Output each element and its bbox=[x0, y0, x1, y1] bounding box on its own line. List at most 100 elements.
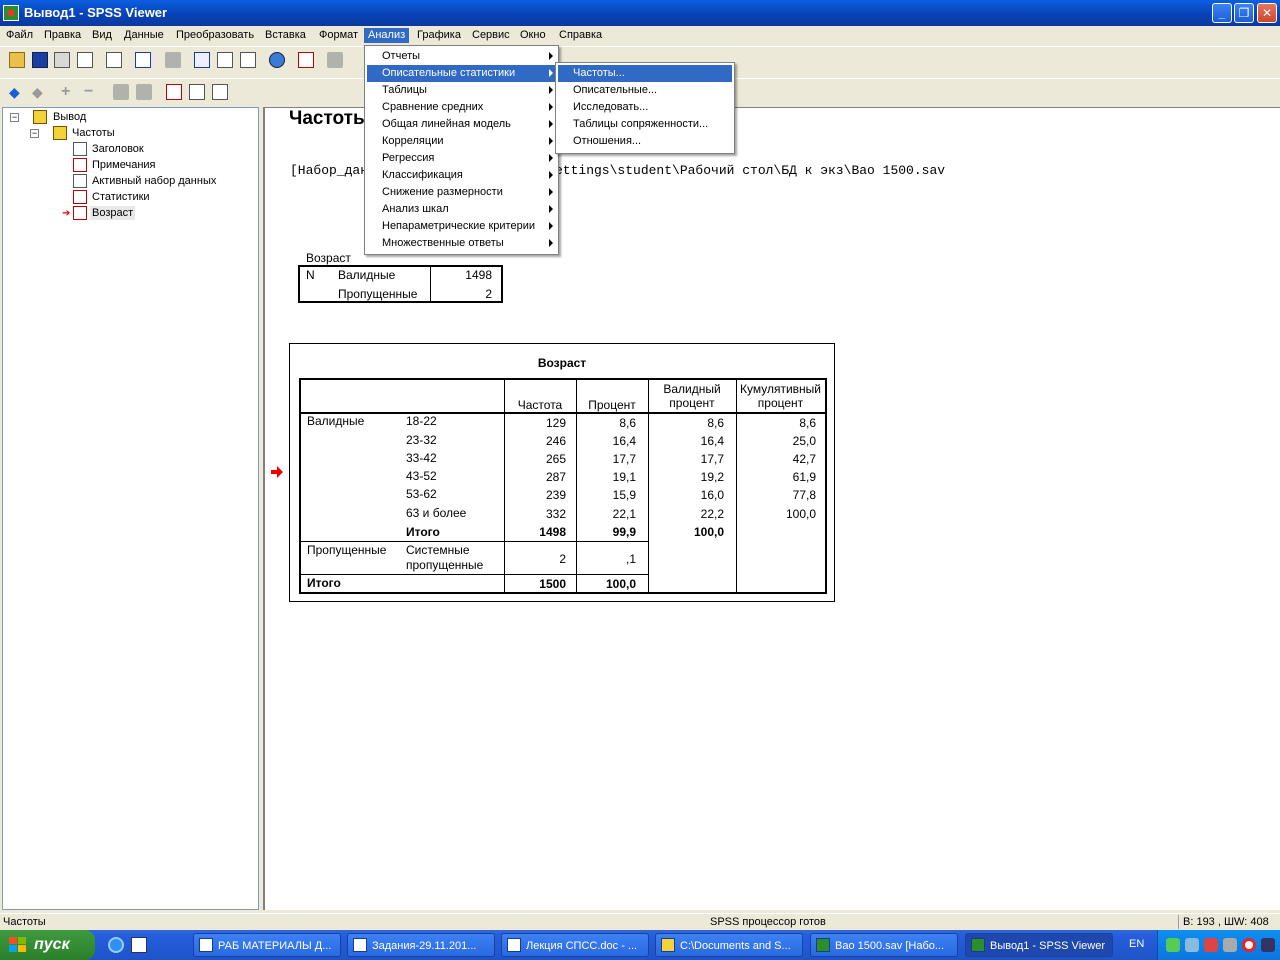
language-indicator[interactable]: EN bbox=[1129, 938, 1144, 950]
menu-item-nonparametric[interactable]: Непараметрические критерии bbox=[367, 218, 556, 235]
tree-item-age[interactable]: Возраст bbox=[90, 206, 136, 220]
taskbar-task-explorer[interactable]: C:\Documents and S... bbox=[655, 933, 803, 957]
tree-item-output[interactable]: Вывод bbox=[53, 110, 86, 124]
maximize-button[interactable]: ❐ bbox=[1234, 3, 1254, 23]
age-table-icon bbox=[73, 206, 87, 220]
folder-icon bbox=[661, 938, 675, 952]
menu-utilities[interactable]: Сервис bbox=[468, 28, 514, 43]
add-icon[interactable] bbox=[327, 52, 343, 68]
menu-item-explore[interactable]: Исследовать... bbox=[558, 99, 732, 116]
arrow-left-icon[interactable]: ◆ bbox=[9, 84, 25, 100]
export-icon[interactable] bbox=[106, 52, 122, 68]
show-icon[interactable] bbox=[113, 84, 129, 100]
menu-edit[interactable]: Правка bbox=[40, 28, 85, 43]
percent-value: 8,6 bbox=[619, 416, 636, 430]
start-button[interactable]: пуск bbox=[0, 930, 95, 960]
missing-frequency: 2 bbox=[559, 552, 566, 566]
safely-remove-icon[interactable] bbox=[1223, 938, 1237, 952]
taskbar: пуск РАБ МАТЕРИАЛЫ Д... Задания-29.11.20… bbox=[0, 930, 1280, 960]
menu-item-general-linear-model[interactable]: Общая линейная модель bbox=[367, 116, 556, 133]
taskbar-task-word-3[interactable]: Лекция СПСС.doc - ... bbox=[501, 933, 649, 957]
tree-item-title[interactable]: Заголовок bbox=[92, 142, 144, 156]
menu-item-tables[interactable]: Таблицы bbox=[367, 82, 556, 99]
menu-item-regression[interactable]: Регрессия bbox=[367, 150, 556, 167]
insert-title-icon[interactable] bbox=[189, 84, 205, 100]
menu-item-frequencies[interactable]: Частоты... bbox=[558, 65, 732, 82]
undo-icon[interactable] bbox=[165, 52, 181, 68]
frequency-value: 246 bbox=[545, 434, 566, 448]
menu-transform[interactable]: Преобразовать bbox=[172, 28, 258, 43]
status-processor: SPSS процессор готов bbox=[710, 916, 826, 928]
menu-insert[interactable]: Вставка bbox=[261, 28, 310, 43]
cumulative-percent-value: 42,7 bbox=[792, 452, 816, 466]
menu-item-descriptive-statistics[interactable]: Описательные статистики bbox=[367, 65, 556, 82]
statistics-table[interactable]: N Валидные 1498 Пропущенные 2 bbox=[298, 265, 503, 303]
insert-heading-icon[interactable] bbox=[166, 84, 182, 100]
menu-item-classify[interactable]: Классификация bbox=[367, 167, 556, 184]
missing-label: Пропущенные bbox=[338, 287, 418, 301]
hide-icon[interactable] bbox=[136, 84, 152, 100]
desktop-icon[interactable] bbox=[131, 937, 147, 953]
ie-icon[interactable] bbox=[108, 937, 124, 953]
designate-window-icon[interactable] bbox=[298, 52, 314, 68]
taskbar-task-word-2[interactable]: Задания-29.11.201... bbox=[347, 933, 495, 957]
spss-data-icon bbox=[816, 938, 830, 952]
missing-group-label: Пропущенные bbox=[307, 543, 387, 557]
percent-value: 16,4 bbox=[612, 434, 636, 448]
title-bar: Вывод1 - SPSS Viewer _ ❐ ✕ bbox=[0, 0, 1280, 26]
menu-window[interactable]: Окно bbox=[516, 28, 550, 43]
menu-item-crosstabs[interactable]: Таблицы сопряженности... bbox=[558, 116, 732, 133]
print-preview-icon[interactable] bbox=[77, 52, 93, 68]
header-percent: Процент bbox=[588, 398, 636, 412]
menu-item-ratio[interactable]: Отношения... bbox=[558, 133, 732, 150]
menu-item-multiple-response[interactable]: Множественные ответы bbox=[367, 235, 556, 252]
save-icon[interactable] bbox=[32, 52, 48, 68]
collapse-box[interactable]: − bbox=[10, 113, 19, 122]
menu-format[interactable]: Формат bbox=[315, 28, 362, 43]
menu-help[interactable]: Справка bbox=[555, 28, 606, 43]
menu-item-compare-means[interactable]: Сравнение средних bbox=[367, 99, 556, 116]
goto-case-icon[interactable] bbox=[217, 52, 233, 68]
use-sets-icon[interactable] bbox=[269, 52, 285, 68]
taskbar-task-spss-data[interactable]: Вао 1500.sav [Набо... bbox=[810, 933, 958, 957]
opera-icon[interactable] bbox=[1242, 938, 1256, 952]
tray-app-icon[interactable] bbox=[1166, 938, 1180, 952]
menu-item-dimension-reduction[interactable]: Снижение размерности bbox=[367, 184, 556, 201]
menu-item-reports[interactable]: Отчеты bbox=[367, 48, 556, 65]
frequency-table-frame[interactable]: Возраст Частота Процент Валидный процент… bbox=[289, 343, 835, 602]
collapse-box[interactable]: − bbox=[30, 129, 39, 138]
header-valid-percent: Валидный процент bbox=[663, 382, 721, 410]
menu-item-scale[interactable]: Анализ шкал bbox=[367, 201, 556, 218]
expand-icon[interactable]: + bbox=[61, 84, 77, 100]
collapse-icon[interactable]: − bbox=[84, 84, 100, 100]
close-button[interactable]: ✕ bbox=[1257, 3, 1277, 23]
recall-dialog-icon[interactable] bbox=[135, 52, 151, 68]
cumulative-percent-value: 25,0 bbox=[792, 434, 816, 448]
print-icon[interactable] bbox=[54, 52, 70, 68]
menu-graphs[interactable]: Графика bbox=[413, 28, 465, 43]
insert-text-icon[interactable] bbox=[212, 84, 228, 100]
arrow-right-icon[interactable]: ◆ bbox=[32, 84, 48, 100]
variables-icon[interactable] bbox=[240, 52, 256, 68]
menu-data[interactable]: Данные bbox=[120, 28, 168, 43]
valid-label: Валидные bbox=[338, 268, 396, 282]
minimize-button[interactable]: _ bbox=[1212, 3, 1232, 23]
volume-icon[interactable] bbox=[1204, 938, 1218, 952]
tray-misc-icon[interactable] bbox=[1261, 938, 1275, 952]
network-icon[interactable] bbox=[1185, 938, 1199, 952]
taskbar-task-spss-viewer[interactable]: Вывод1 - SPSS Viewer bbox=[965, 933, 1113, 957]
taskbar-task-word-1[interactable]: РАБ МАТЕРИАЛЫ Д... bbox=[193, 933, 341, 957]
open-icon[interactable] bbox=[9, 52, 25, 68]
tree-item-active-dataset[interactable]: Активный набор данных bbox=[92, 174, 216, 188]
title-doc-icon bbox=[73, 142, 87, 156]
menu-item-descriptives[interactable]: Описательные... bbox=[558, 82, 732, 99]
menu-view[interactable]: Вид bbox=[88, 28, 116, 43]
menu-file[interactable]: Файл bbox=[2, 28, 37, 43]
menu-item-correlate[interactable]: Корреляции bbox=[367, 133, 556, 150]
goto-data-icon[interactable] bbox=[194, 52, 210, 68]
tree-item-frequencies[interactable]: Частоты bbox=[72, 126, 115, 140]
menu-analyze[interactable]: Анализ bbox=[364, 28, 410, 43]
category-label: 23-32 bbox=[406, 433, 437, 447]
tree-item-notes[interactable]: Примечания bbox=[92, 158, 156, 172]
tree-item-statistics[interactable]: Статистики bbox=[92, 190, 150, 204]
